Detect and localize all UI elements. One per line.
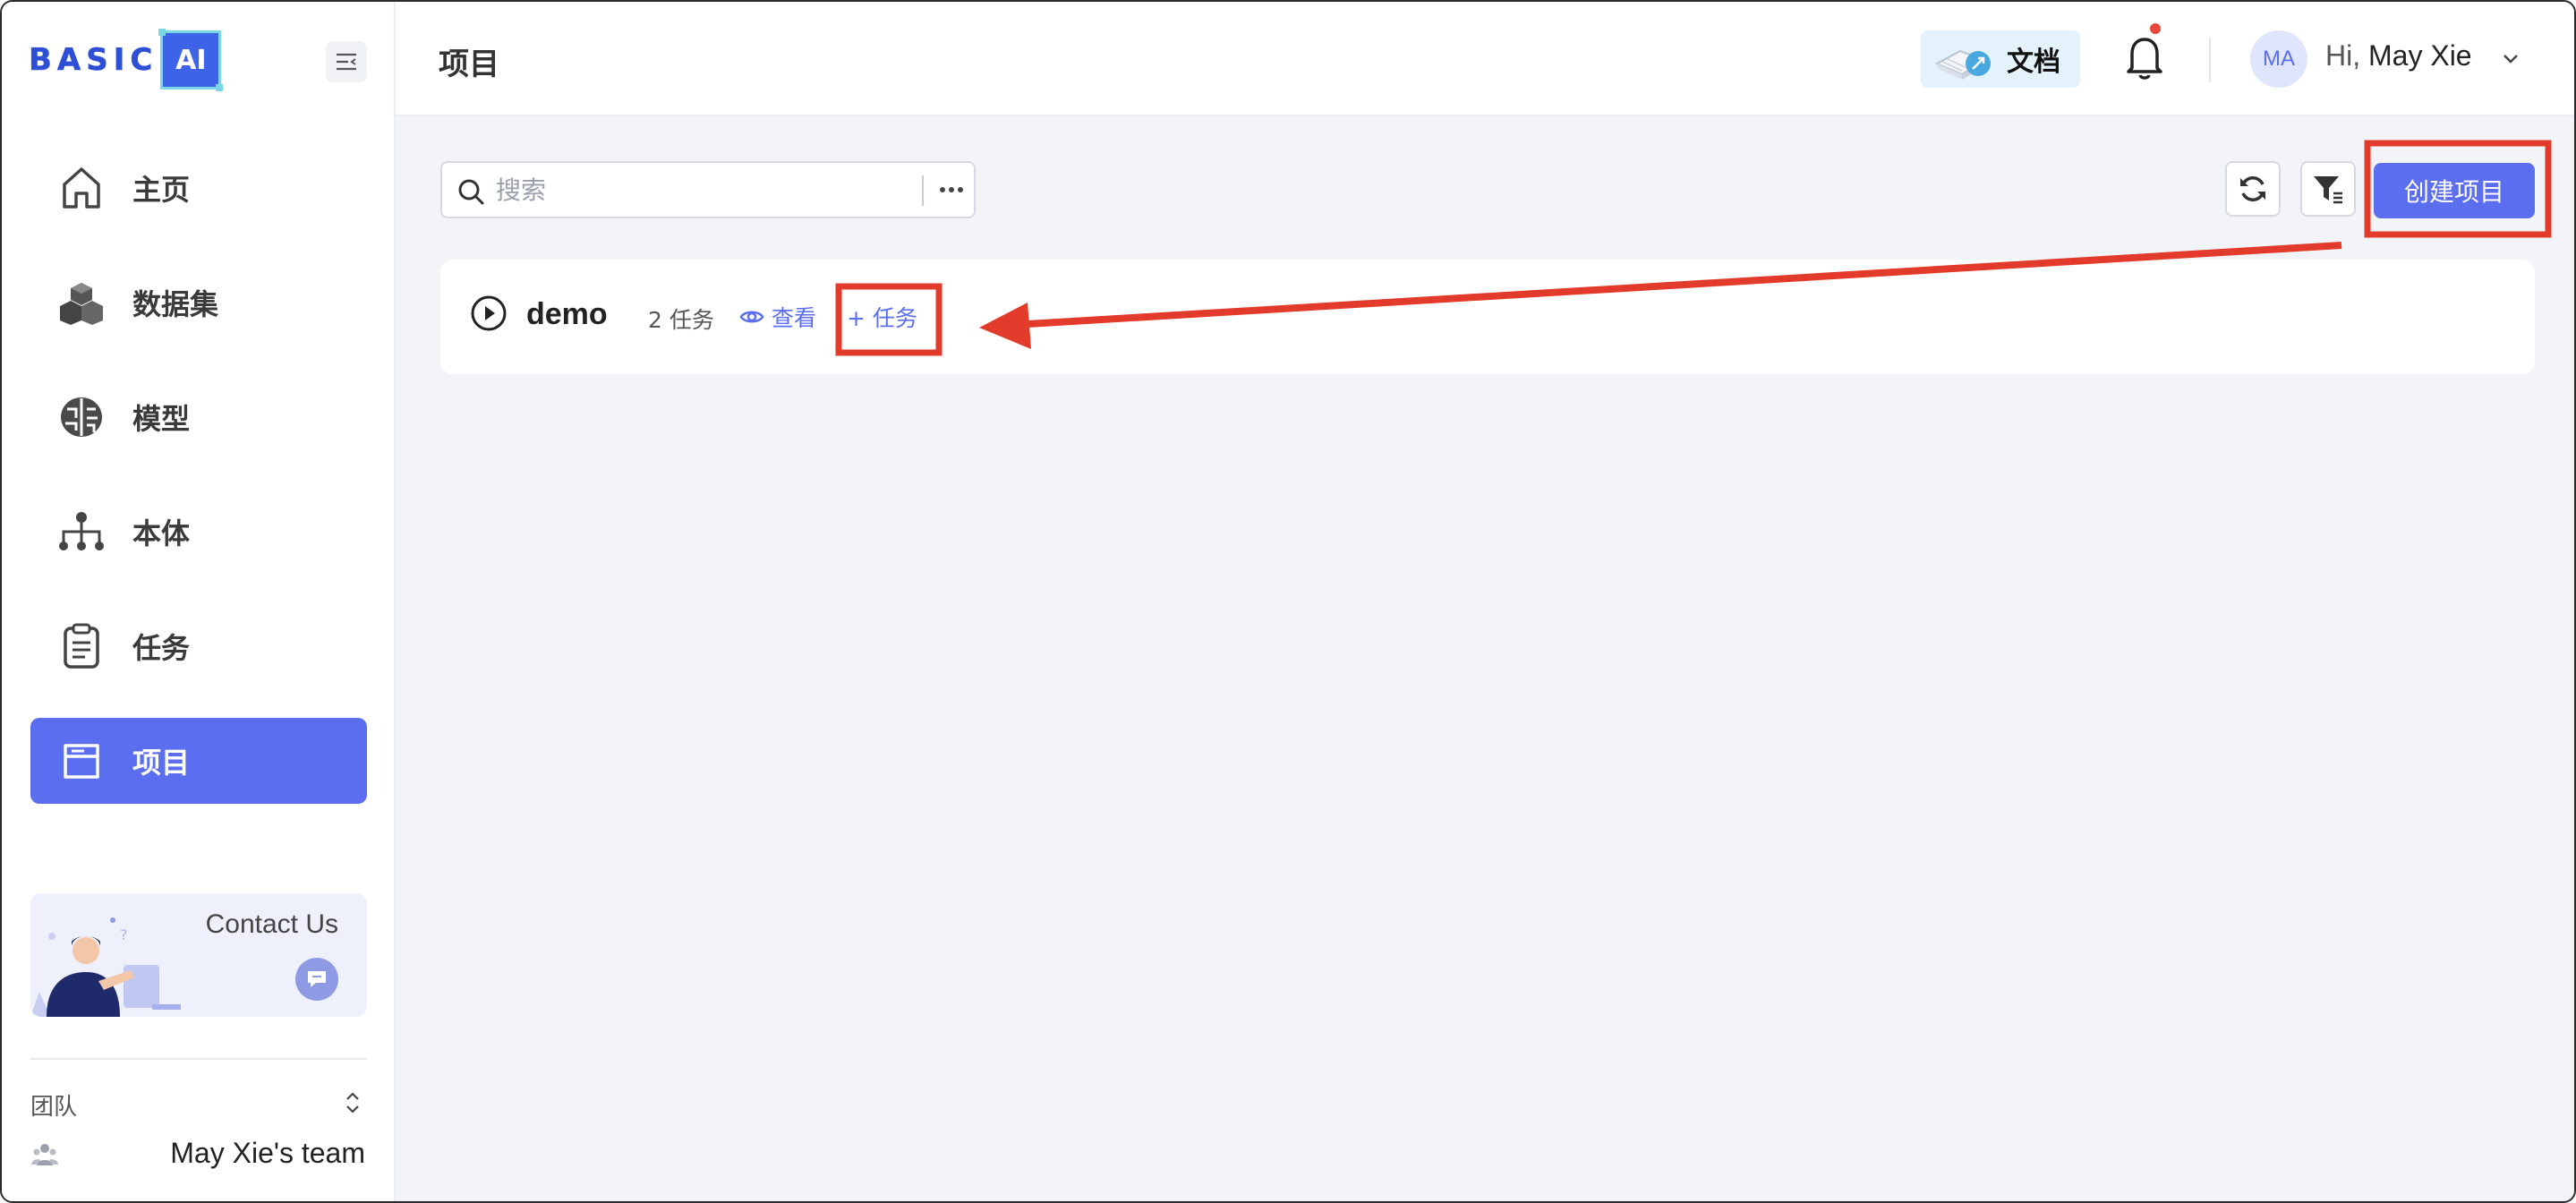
sidebar-item-label: 模型 <box>132 402 191 436</box>
team-label: 团队 <box>30 1094 78 1121</box>
sidebar-item-models[interactable]: 模型 <box>30 374 367 460</box>
docs-button[interactable]: 文档 <box>1921 30 2080 88</box>
brand-logo[interactable]: BASIC AI <box>29 29 224 91</box>
greeting-text: Hi, <box>2325 39 2361 72</box>
more-options-button[interactable] <box>933 172 970 208</box>
collapse-menu-icon <box>337 53 356 71</box>
sidebar-divider <box>30 1058 367 1060</box>
page-title: 项目 <box>439 47 499 82</box>
create-project-button[interactable]: 创建项目 <box>2374 163 2535 218</box>
team-switch-chevron-icon[interactable] <box>342 1087 363 1119</box>
sidebar: BASIC AI 主页 数据集 模型 本体 任务 项目 ? Contact Us… <box>2 2 396 1201</box>
notification-bell-icon[interactable] <box>2121 32 2168 82</box>
contact-us-card[interactable]: ? Contact Us <box>30 893 367 1017</box>
filter-button[interactable] <box>2300 161 2356 217</box>
project-row: demo 2 任务 查看 + 任务 <box>440 260 2535 374</box>
contact-us-title: Contact Us <box>205 909 338 939</box>
sidebar-item-label: 本体 <box>132 516 191 550</box>
header-divider <box>2209 38 2211 82</box>
chat-icon <box>308 971 326 987</box>
hierarchy-icon <box>57 508 106 556</box>
avatar[interactable]: MA <box>2250 30 2307 88</box>
sidebar-item-label: 数据集 <box>132 287 219 321</box>
search-separator <box>922 175 924 206</box>
app-window: BASIC AI 主页 数据集 模型 本体 任务 项目 ? Contact Us… <box>0 0 2576 1203</box>
refresh-icon <box>2240 176 2265 201</box>
brain-icon <box>57 393 106 441</box>
project-name[interactable]: demo <box>526 297 608 332</box>
support-agent-illustration: ? <box>30 917 181 1017</box>
team-name[interactable]: May Xie's team <box>170 1137 365 1170</box>
view-link[interactable]: 查看 <box>739 301 816 333</box>
search-box <box>440 161 976 218</box>
collapse-sidebar-button[interactable] <box>326 41 367 82</box>
notification-dot <box>2150 23 2161 34</box>
home-icon <box>57 164 106 212</box>
chat-button[interactable] <box>295 958 338 1001</box>
sidebar-item-label: 主页 <box>132 173 191 207</box>
clipboard-icon <box>57 622 106 670</box>
brand-ai-mark: AI <box>158 29 224 91</box>
refresh-button[interactable] <box>2225 161 2281 217</box>
sidebar-item-datasets[interactable]: 数据集 <box>30 260 367 346</box>
user-greeting[interactable]: Hi, May Xie <box>2325 39 2472 73</box>
filter-icon <box>2314 176 2342 204</box>
search-input[interactable] <box>494 172 897 208</box>
sidebar-item-home[interactable]: 主页 <box>30 145 367 231</box>
sidebar-item-projects[interactable]: 项目 <box>30 718 367 804</box>
sidebar-item-label: 任务 <box>132 631 191 665</box>
user-name: May Xie <box>2368 39 2472 72</box>
sidebar-item-tasks[interactable]: 任务 <box>30 603 367 689</box>
chevron-down-icon[interactable] <box>2501 50 2521 68</box>
cubes-icon <box>57 278 106 327</box>
docs-book-icon <box>1934 49 1991 80</box>
brand-name: BASIC <box>29 42 158 79</box>
eye-icon <box>739 311 764 323</box>
team-icon <box>31 1144 58 1165</box>
folder-icon <box>57 737 106 785</box>
search-icon <box>458 179 484 205</box>
svg-text:?: ? <box>120 926 128 943</box>
main-content: 创建项目 demo 2 任务 查看 + 任务 <box>396 116 2574 1201</box>
top-header: 项目 文档 MA Hi, May Xie <box>396 2 2574 116</box>
view-label: 查看 <box>772 305 817 331</box>
expand-arrow-icon[interactable] <box>469 294 508 333</box>
task-count: 2 任务 <box>648 307 714 333</box>
add-task-link[interactable]: + 任务 <box>847 301 917 333</box>
sidebar-nav: 主页 数据集 模型 本体 任务 项目 <box>30 145 367 832</box>
more-dots-icon <box>940 187 963 192</box>
sidebar-item-ontology[interactable]: 本体 <box>30 489 367 575</box>
sidebar-item-label: 项目 <box>132 746 191 780</box>
docs-label: 文档 <box>2007 47 2060 78</box>
